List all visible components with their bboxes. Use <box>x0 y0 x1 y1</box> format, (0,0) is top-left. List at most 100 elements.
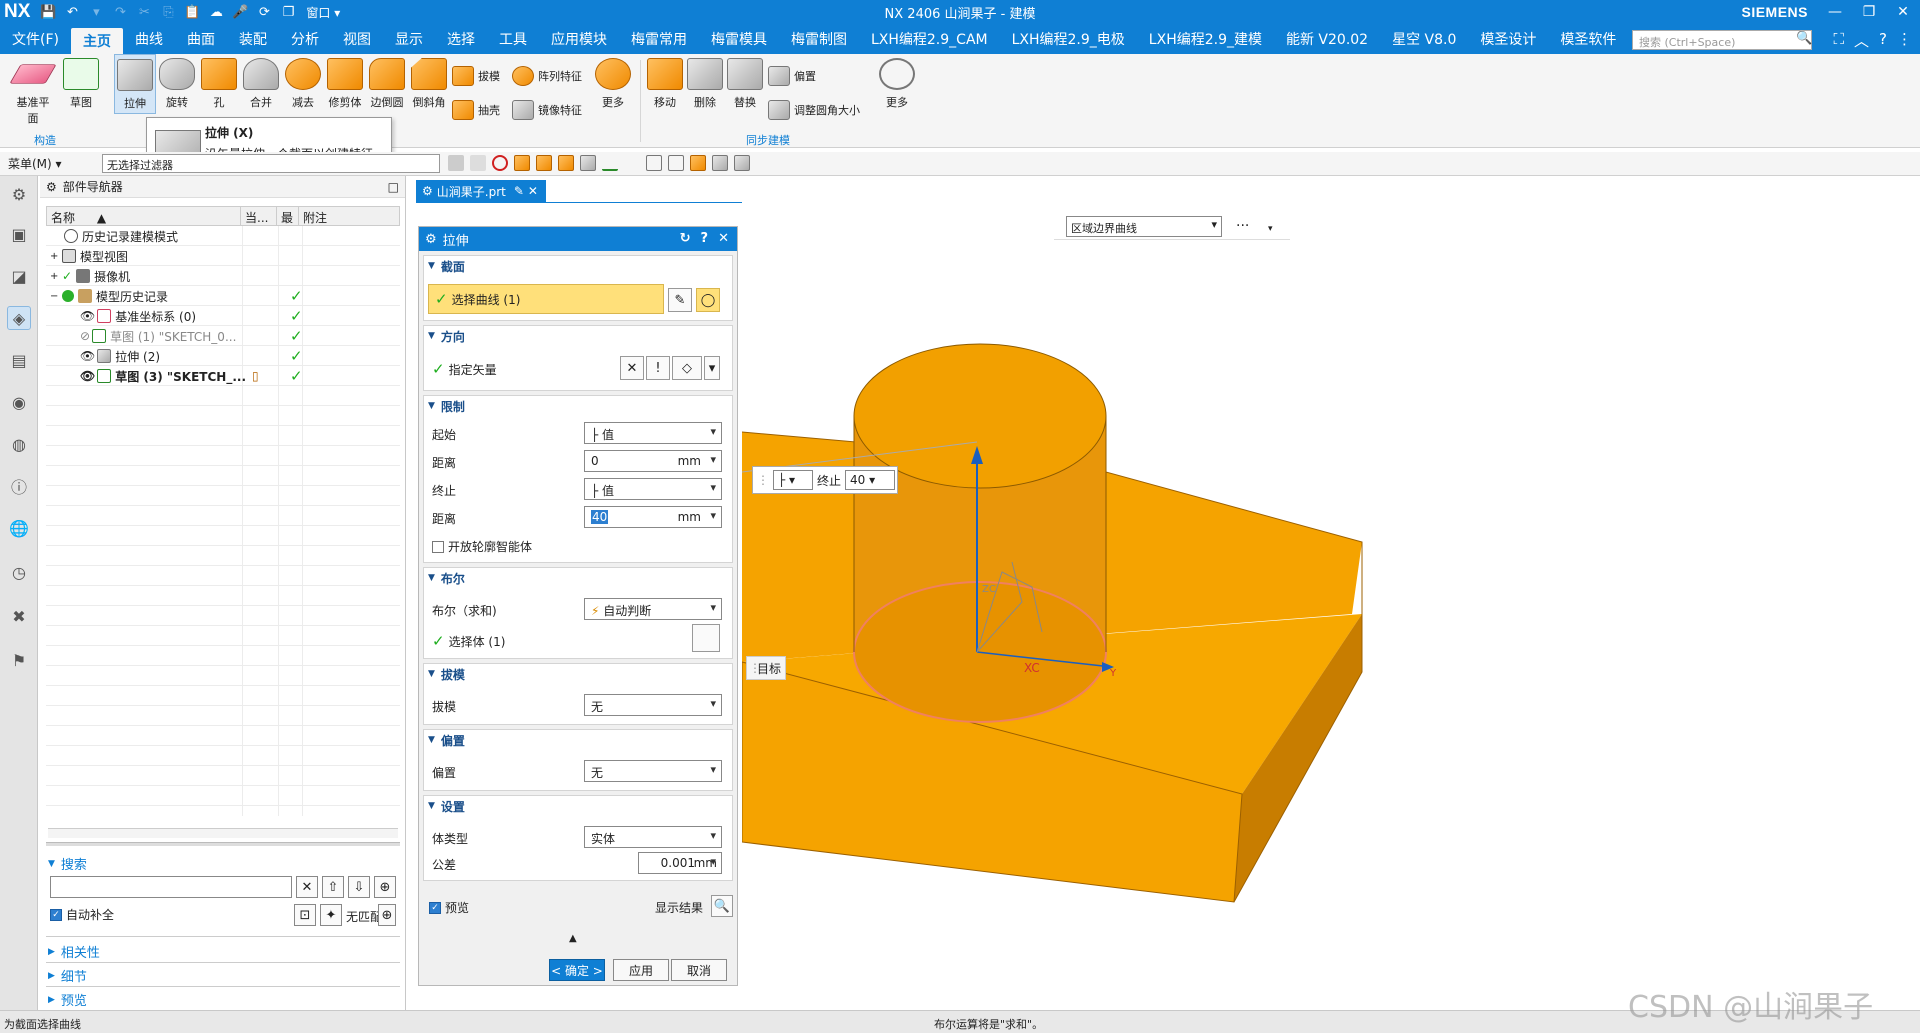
collapse-ribbon-icon[interactable]: ︿ <box>1854 30 1869 51</box>
eye-icon[interactable]: 👁 <box>80 349 95 363</box>
limits-group-header[interactable]: ▼ 限制 <box>424 396 732 416</box>
reverse-direction-icon[interactable]: ✕ <box>620 356 644 380</box>
tools-icon[interactable]: ✖ <box>7 604 31 628</box>
preview-section[interactable]: ▶ 预览 <box>48 990 87 1009</box>
close-tab-icon[interactable]: ✕ <box>528 184 538 198</box>
show-result-icon[interactable]: 🔍 <box>711 895 733 917</box>
move-face-button[interactable]: 移动 <box>644 54 686 110</box>
tree-item-history-mode[interactable]: 历史记录建模模式 <box>46 226 400 246</box>
reset-icon[interactable]: ↻ <box>680 231 691 246</box>
tree-item-datum-csys[interactable]: 👁 基准坐标系 (0) ✓ <box>46 306 400 326</box>
snap-point-icon[interactable] <box>470 155 486 171</box>
cancel-button[interactable]: 取消 <box>671 959 727 981</box>
main-menu-button[interactable]: 菜单(M) ▾ <box>0 155 68 172</box>
expand-icon[interactable]: + <box>50 251 62 262</box>
select-body-icon[interactable] <box>692 624 720 652</box>
curve-icon[interactable]: ◯ <box>696 288 720 312</box>
shell-button[interactable]: 抽壳 <box>452 100 500 120</box>
close-icon[interactable]: ✕ <box>718 231 729 246</box>
end-distance-input[interactable]: 40 mm <box>584 506 722 528</box>
search-options-icon[interactable]: ⊕ <box>374 876 396 898</box>
menu-tab-15[interactable]: LXH编程2.9_电极 <box>1000 24 1137 54</box>
menu-tab-8[interactable]: 选择 <box>435 24 487 54</box>
tree-item-cameras[interactable]: + ✓ 摄像机 <box>46 266 400 286</box>
cursor-filter-icon[interactable] <box>646 155 662 171</box>
role-icon[interactable]: ⚑ <box>7 648 31 672</box>
restore-icon[interactable]: ❐ <box>1852 0 1886 24</box>
sketch-button[interactable]: 草图 <box>60 54 102 110</box>
select-body-row[interactable]: ✓ 选择体 (1) <box>432 632 505 650</box>
snap-face-icon[interactable] <box>712 155 728 171</box>
web-browser-icon[interactable]: ◍ <box>7 432 31 456</box>
menu-tab-12[interactable]: 梅雷模具 <box>699 24 779 54</box>
menu-tab-17[interactable]: 能新 V20.02 <box>1274 24 1380 54</box>
snap-icon[interactable] <box>448 155 464 171</box>
preview-checkbox[interactable]: ✓ 预览 <box>429 899 469 916</box>
menu-tab-20[interactable]: 模圣软件 <box>1548 24 1628 54</box>
datum-plane-button[interactable]: 基准平面 <box>9 54 57 126</box>
microphone-icon[interactable]: 🎤 <box>230 3 250 21</box>
menu-tab-3[interactable]: 曲面 <box>175 24 227 54</box>
menu-tab-6[interactable]: 视图 <box>331 24 383 54</box>
navigator-search-input[interactable] <box>50 876 292 898</box>
constraint-navigator-icon[interactable]: ◪ <box>7 264 31 288</box>
edge-filter-icon[interactable] <box>580 155 596 171</box>
apply-button[interactable]: 应用 <box>613 959 669 981</box>
tree-item-model-views[interactable]: + 模型视图 <box>46 246 400 266</box>
stop-icon[interactable] <box>492 155 508 171</box>
offset-face-button[interactable]: 偏置 <box>768 66 816 86</box>
menu-tab-18[interactable]: 星空 V8.0 <box>1380 24 1468 54</box>
auto-complete-checkbox[interactable]: ✓ 自动补全 <box>50 906 114 923</box>
start-type-select[interactable]: ├ 值 <box>584 422 722 444</box>
curve-filter-icon[interactable] <box>602 155 618 171</box>
menu-tab-0[interactable]: 文件(F) <box>0 24 71 54</box>
trim-body-button[interactable]: 修剪体 <box>324 54 366 110</box>
assembly-navigator-icon[interactable]: ▣ <box>7 222 31 246</box>
drag-handle-icon[interactable]: ⋮ <box>749 661 761 675</box>
selection-filter-select[interactable]: 无选择过滤器 <box>102 154 440 173</box>
vector-dialog-icon[interactable]: ! <box>646 356 670 380</box>
eye-icon[interactable]: 👁 <box>80 369 95 383</box>
dialog-title-bar[interactable]: ⚙ 拉伸 ↻ ? ✕ <box>419 227 737 251</box>
tree-item-model-history[interactable]: − 模型历史记录 ✓ <box>46 286 400 306</box>
menu-tab-19[interactable]: 模圣设计 <box>1468 24 1548 54</box>
draft-select[interactable]: 无 <box>584 694 722 716</box>
horizontal-scrollbar[interactable] <box>48 828 398 838</box>
dependencies-section[interactable]: ▶ 相关性 <box>48 942 100 961</box>
extrude-button[interactable]: 拉伸 <box>114 54 156 114</box>
body-type-select[interactable]: 实体 <box>584 826 722 848</box>
search-section[interactable]: ▼ 搜索 <box>48 854 87 873</box>
edge-blend-button[interactable]: 边倒圆 <box>366 54 408 110</box>
switch-window-icon[interactable]: ❐ <box>278 3 298 21</box>
unite-button[interactable]: 合并 <box>240 54 282 110</box>
end-value-input[interactable]: 40 ▾ <box>845 470 896 490</box>
cut-icon[interactable]: ✂ <box>134 3 154 21</box>
column-current[interactable]: 当... <box>241 207 277 225</box>
direction-group-header[interactable]: ▼ 方向 <box>424 326 732 346</box>
more-sync-button[interactable]: 更多 <box>876 54 918 110</box>
chamfer-button[interactable]: 倒斜角 <box>408 54 450 110</box>
section-group-header[interactable]: ▼ 截面 <box>424 256 732 276</box>
gear-icon[interactable]: ⚙ <box>425 232 437 247</box>
subtract-button[interactable]: 减去 <box>282 54 324 110</box>
menu-tab-5[interactable]: 分析 <box>279 24 331 54</box>
save-icon[interactable]: 💾 <box>38 3 58 21</box>
revolve-button[interactable]: 旋转 <box>156 54 198 110</box>
specify-vector-row[interactable]: ✓ 指定矢量 <box>432 360 497 378</box>
hd3d-tools-icon[interactable]: ◉ <box>7 390 31 414</box>
boolean-select[interactable]: ⚡ 自动判断 <box>584 598 722 620</box>
check-icon[interactable]: ✓ <box>62 269 72 283</box>
vector-type-icon[interactable]: ◇ <box>672 356 702 380</box>
edit-icon[interactable]: ✎ <box>514 184 524 198</box>
end-type-select[interactable]: ├ 值 <box>584 478 722 500</box>
command-search-input[interactable]: 搜索 (Ctrl+Space) <box>1632 30 1812 50</box>
info-icon[interactable]: ⓘ <box>7 474 31 498</box>
settings-icon[interactable]: ⚙ <box>7 182 31 206</box>
document-tab[interactable]: ⚙ 山涧果子.prt ✎ ✕ <box>416 180 546 202</box>
hole-button[interactable]: 孔 <box>198 54 240 110</box>
graphics-viewport[interactable]: 区域边界曲线 ··· ▾ XC Y ZC <box>742 202 1920 1010</box>
delete-face-button[interactable]: 删除 <box>684 54 726 110</box>
collapse-dialog-icon[interactable]: ▲ <box>569 933 577 944</box>
drag-handle-icon[interactable]: ⋮ <box>757 473 769 487</box>
undo-dropdown-icon[interactable]: ▾ <box>86 3 106 21</box>
